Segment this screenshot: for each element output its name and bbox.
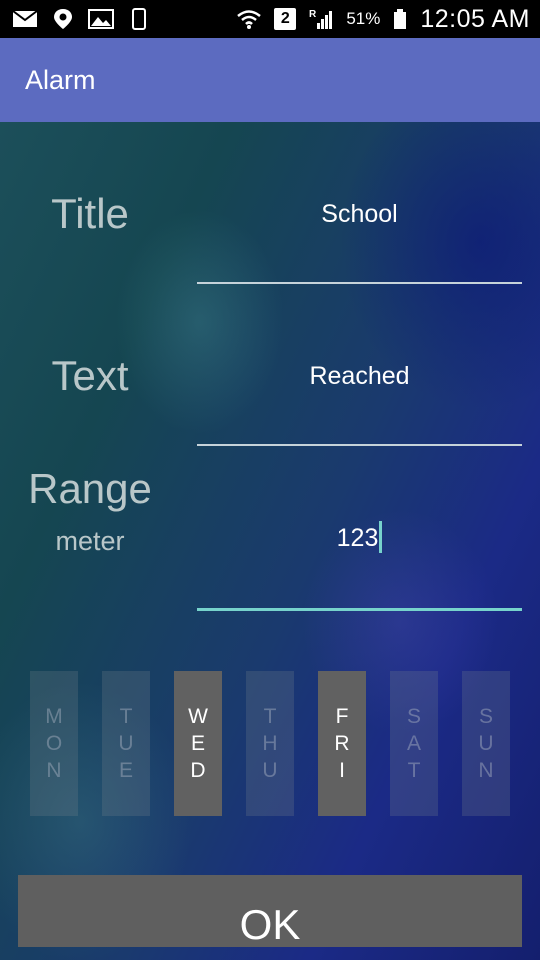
day-letter: F	[335, 705, 349, 728]
day-toggle-mon[interactable]: M O N	[30, 671, 78, 816]
text-cursor	[379, 521, 383, 554]
status-bar: 2 R 51% 12:05 AM	[0, 0, 540, 38]
day-letter: U	[478, 732, 494, 755]
app-bar-title: Alarm	[25, 64, 96, 95]
day-letter: E	[118, 759, 133, 782]
day-toggle-tue[interactable]: T U E	[102, 671, 150, 816]
day-letter: S	[406, 705, 421, 728]
day-letter: H	[262, 732, 278, 755]
day-toggle-sat[interactable]: S A T	[390, 671, 438, 816]
status-bar-right: 2 R 51% 12:05 AM	[236, 5, 530, 34]
range-input-value[interactable]: 123	[337, 524, 379, 553]
range-unit-label: meter	[55, 526, 125, 556]
roaming-signal-icon: R	[308, 8, 334, 30]
day-letter: A	[406, 732, 421, 755]
status-time: 12:05 AM	[420, 4, 530, 33]
phone-icon	[126, 8, 152, 30]
day-letter: W	[188, 705, 208, 728]
ok-button[interactable]: OK	[18, 875, 522, 947]
roaming-letter: R	[309, 9, 317, 20]
day-letter: S	[478, 705, 493, 728]
wifi-icon	[236, 8, 262, 30]
ok-button-label: OK	[239, 901, 301, 947]
title-input-value[interactable]: School	[321, 200, 397, 229]
day-letter: T	[263, 705, 277, 728]
day-letter: R	[334, 732, 350, 755]
day-letter: U	[118, 732, 134, 755]
day-letter: N	[46, 759, 62, 782]
day-letter: E	[190, 732, 205, 755]
day-toggle-wed[interactable]: W E D	[174, 671, 222, 816]
day-letter: U	[262, 759, 278, 782]
day-toggle-thu[interactable]: T H U	[246, 671, 294, 816]
day-letter: N	[478, 759, 494, 782]
day-letter: O	[45, 732, 63, 755]
day-toggle-fri[interactable]: F R I	[318, 671, 366, 816]
day-letter: D	[190, 759, 206, 782]
title-field[interactable]: School	[197, 200, 522, 286]
image-icon	[88, 8, 114, 30]
location-pin-icon	[50, 8, 76, 30]
text-field-underline	[197, 444, 522, 446]
day-letter: T	[119, 705, 133, 728]
mail-icon	[12, 8, 38, 30]
title-label: Title	[51, 190, 129, 237]
app-bar: Alarm	[0, 38, 540, 122]
text-label: Text	[51, 352, 129, 399]
day-letter: M	[45, 705, 63, 728]
text-input-value[interactable]: Reached	[309, 362, 409, 391]
text-field[interactable]: Reached	[197, 362, 522, 448]
range-field-underline	[197, 608, 522, 611]
day-toggle-sun[interactable]: S U N	[462, 671, 510, 816]
day-letter: I	[339, 759, 345, 782]
day-selector: M O N T U E W E D T H U F R I S A T S U …	[30, 671, 512, 816]
battery-percent: 51%	[346, 9, 381, 28]
status-bar-left	[12, 8, 152, 30]
battery-icon	[392, 8, 408, 30]
title-field-underline	[197, 282, 522, 284]
range-label: Range	[28, 465, 152, 512]
sim2-badge-icon: 2	[274, 8, 297, 30]
day-letter: T	[407, 759, 421, 782]
range-field[interactable]: 123	[197, 521, 522, 614]
